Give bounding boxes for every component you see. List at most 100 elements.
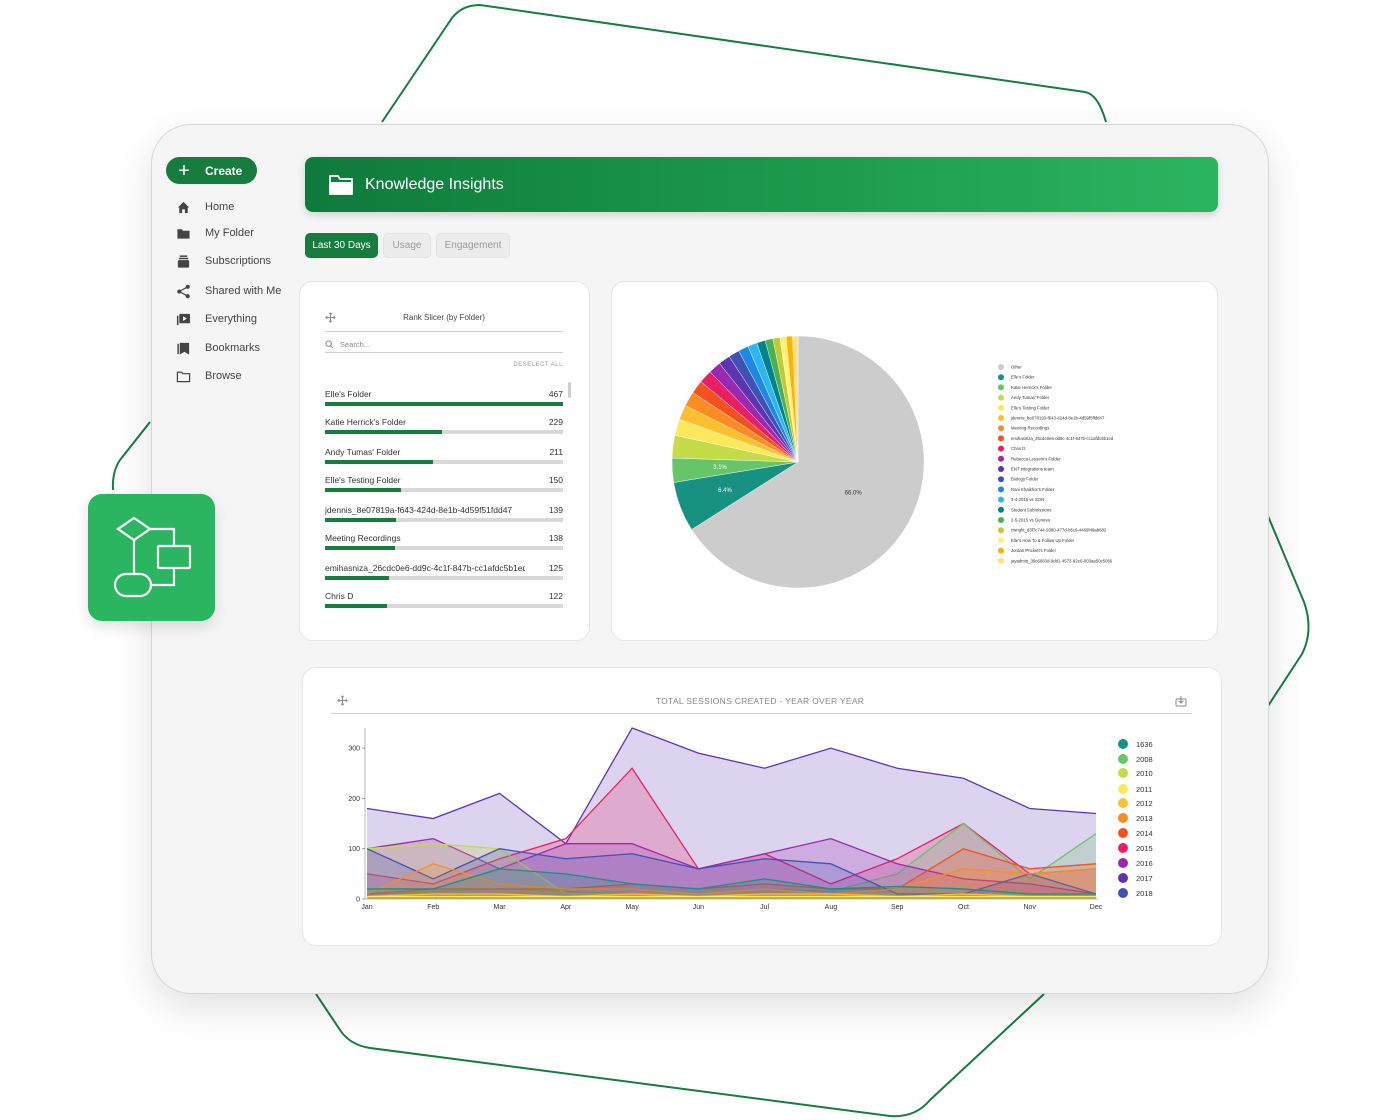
legend-label: Other bbox=[1011, 365, 1022, 370]
progress-fill bbox=[325, 546, 396, 550]
sidebar-item-label: Subscriptions bbox=[205, 255, 272, 267]
legend-item[interactable]: 2010 bbox=[1118, 768, 1153, 778]
legend-swatch bbox=[1118, 843, 1128, 853]
legend-item[interactable]: 2011 bbox=[1118, 784, 1152, 794]
list-item[interactable]: emihasniza_26cdc0e6-dd9c-4c1f-847b-cc1af… bbox=[325, 563, 563, 585]
rank-slicer-title: Rank Slicer (by Folder) bbox=[403, 313, 485, 322]
progress-track bbox=[325, 518, 563, 522]
sidebar-item-subscriptions[interactable]: Subscriptions bbox=[176, 251, 271, 271]
legend-swatch bbox=[998, 445, 1004, 452]
sidebar-item-bookmarks[interactable]: Bookmarks bbox=[176, 338, 260, 358]
legend-item[interactable]: 2017 bbox=[1118, 873, 1153, 883]
search-placeholder: Search... bbox=[340, 339, 371, 349]
search-input[interactable]: Search... bbox=[325, 336, 563, 353]
legend-swatch bbox=[998, 415, 1004, 421]
legend-item[interactable]: 2015 bbox=[1118, 843, 1153, 853]
list-item[interactable]: jdennis_8e07819a-f643-424d-8e1b-4d59f51f… bbox=[325, 505, 563, 527]
legend-swatch bbox=[998, 486, 1004, 493]
y-tick-label: 200 bbox=[348, 796, 360, 803]
legend-label: Meeting Recordings bbox=[1011, 426, 1049, 431]
divider bbox=[325, 331, 563, 332]
list-item-label: Katie Herrick's Folder bbox=[325, 417, 406, 427]
sidebar-item-label: My Folder bbox=[205, 227, 254, 239]
list-item[interactable]: Elle's Testing Folder 150 bbox=[325, 475, 563, 497]
sidebar-item-browse[interactable]: Browse bbox=[176, 366, 242, 386]
list-item-value: 150 bbox=[548, 475, 563, 485]
progress-track bbox=[325, 576, 563, 580]
folder-icon bbox=[177, 228, 190, 239]
progress-fill bbox=[325, 460, 433, 464]
tab-engagement[interactable]: Engagement bbox=[436, 233, 510, 258]
list-item-value: 139 bbox=[548, 505, 563, 515]
legend-swatch bbox=[998, 455, 1004, 462]
legend-swatch bbox=[998, 496, 1004, 503]
legend-label: 2018 bbox=[1136, 888, 1153, 898]
list-item[interactable]: Andy Tumas' Folder 211 bbox=[325, 447, 563, 469]
move-handle-icon[interactable] bbox=[325, 312, 336, 323]
x-tick-label: Aug bbox=[825, 904, 838, 911]
legend-label: 2011 bbox=[1136, 784, 1153, 794]
legend-label: Rani Khaikhor's Folder bbox=[1011, 487, 1055, 492]
page-header: Knowledge Insights bbox=[305, 157, 1218, 212]
list-item[interactable]: Meeting Recordings 138 bbox=[325, 533, 563, 555]
progress-fill bbox=[325, 402, 563, 406]
legend-swatch bbox=[998, 537, 1004, 544]
legend-item[interactable]: 2016 bbox=[1118, 858, 1153, 868]
x-tick-label: May bbox=[625, 904, 639, 911]
list-item-label: Meeting Recordings bbox=[325, 533, 401, 543]
list-item[interactable]: Chris D 122 bbox=[325, 591, 563, 613]
legend-swatch bbox=[1118, 888, 1128, 898]
y-tick-label: 100 bbox=[348, 846, 360, 853]
legend-item[interactable]: 2008 bbox=[1118, 754, 1153, 764]
list-item-value: 211 bbox=[549, 447, 563, 457]
x-tick-label: Feb bbox=[427, 904, 439, 911]
list-item[interactable]: Katie Herrick's Folder 229 bbox=[325, 417, 563, 439]
legend-label: Biology Folder bbox=[1011, 477, 1039, 482]
legend-label: 2-5-2015 vs Geneva bbox=[1011, 518, 1051, 523]
create-button[interactable]: + Create bbox=[166, 157, 257, 184]
progress-fill bbox=[325, 576, 389, 580]
pie-slice-label: 3.1% bbox=[713, 465, 727, 471]
legend-swatch bbox=[1118, 873, 1128, 883]
x-tick-label: Jan bbox=[361, 904, 372, 911]
legend-swatch bbox=[998, 364, 1004, 370]
tab-last-30-days[interactable]: Last 30 Days bbox=[305, 233, 378, 258]
x-tick-label: Mar bbox=[494, 904, 507, 911]
legend-item[interactable]: 1636 bbox=[1118, 739, 1153, 749]
legend-item[interactable]: 2012 bbox=[1118, 798, 1153, 808]
legend-swatch bbox=[998, 527, 1004, 534]
progress-track bbox=[325, 604, 563, 608]
play-library-icon bbox=[176, 313, 191, 325]
sidebar-item-label: Shared with Me bbox=[205, 285, 282, 297]
legend-label: 2014 bbox=[1136, 828, 1153, 838]
sidebar-item-my-folder[interactable]: My Folder bbox=[176, 223, 254, 243]
legend-item[interactable]: 2013 bbox=[1118, 813, 1153, 823]
sidebar-item-label: Bookmarks bbox=[205, 342, 261, 354]
legend-label: 2012 bbox=[1136, 798, 1153, 808]
flowchart-icon bbox=[113, 516, 192, 598]
legend-label: Katie Herrick's Folder bbox=[1011, 385, 1053, 390]
list-item[interactable]: Elle's Folder 467 bbox=[325, 389, 563, 411]
scrollbar-thumb[interactable] bbox=[568, 382, 571, 398]
legend-label: 1636 bbox=[1136, 739, 1153, 749]
deselect-all-link[interactable]: DESELECT ALL bbox=[483, 362, 563, 368]
legend-item[interactable]: 2014 bbox=[1118, 828, 1153, 838]
legend-label: jdennis_be078193-f643-424d-8e1b-4d59f5ff… bbox=[1010, 416, 1105, 421]
legend-swatch bbox=[998, 404, 1004, 411]
legend-swatch bbox=[998, 476, 1004, 483]
tab-usage[interactable]: Usage bbox=[383, 233, 431, 258]
legend-swatch bbox=[998, 547, 1004, 554]
legend-label: Andy Tumas' Folder bbox=[1011, 395, 1050, 400]
sidebar-item-home[interactable]: Home bbox=[176, 197, 234, 217]
create-label: Create bbox=[205, 163, 243, 178]
progress-fill bbox=[325, 604, 388, 608]
legend-swatch bbox=[998, 374, 1004, 381]
share-icon bbox=[177, 284, 190, 298]
legend-label: 3-4-2015 vs SON bbox=[1011, 497, 1044, 502]
sidebar-item-everything[interactable]: Everything bbox=[176, 309, 257, 329]
legend-item[interactable]: 2018 bbox=[1118, 888, 1153, 898]
x-tick-label: Sep bbox=[891, 904, 904, 911]
legend-label: cwright_d3f7c744-9380-477d-b5c9-4469f49a… bbox=[1011, 528, 1107, 533]
sidebar-item-shared-with-me[interactable]: Shared with Me bbox=[176, 281, 281, 301]
area-chart: 0 100 200 300 Jan Feb Mar Apr May Jun Jul Aug Sep Oct… bbox=[348, 727, 1103, 911]
